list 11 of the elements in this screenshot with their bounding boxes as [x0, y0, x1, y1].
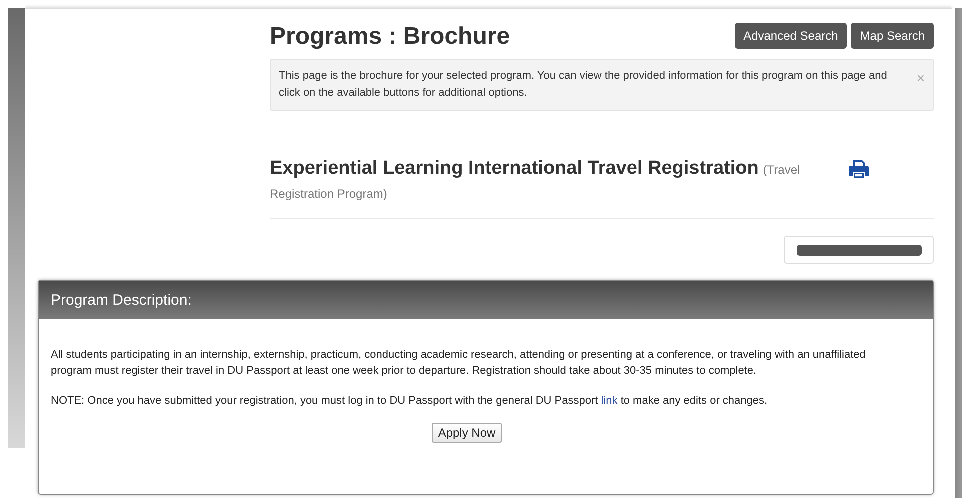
passport-link[interactable]: link: [601, 395, 618, 407]
program-title: Experiential Learning International Travel Registration (Travel Registration Program): [270, 157, 802, 203]
search-button[interactable]: Advanced Search: [734, 23, 848, 49]
description-text: All students participating in an internship, externship, practicum, conducting academic research, attending or presenting at a conference, or traveling with an unaffiliated program must register their travel in DU Passport at least one week prior to departure. Registration should take about 30-35 minutes to complete.: [51, 348, 867, 379]
search-button[interactable]: Map Search: [851, 23, 934, 49]
alert-text: This page is the brochure for your selected program. You can view the provided information for this program on this page and click on the available buttons for additional options.: [279, 69, 888, 101]
print-icon[interactable]: [848, 159, 870, 179]
panel-title: Program Description:: [51, 292, 192, 308]
page-title: Programs : Brochure: [270, 23, 510, 51]
apply-now-button[interactable]: Apply Now: [432, 423, 502, 443]
note-text: NOTE: Once you have submitted your registration, you must log in to DU Passport with the general DU Passport link to make any edits or changes.: [51, 394, 769, 409]
